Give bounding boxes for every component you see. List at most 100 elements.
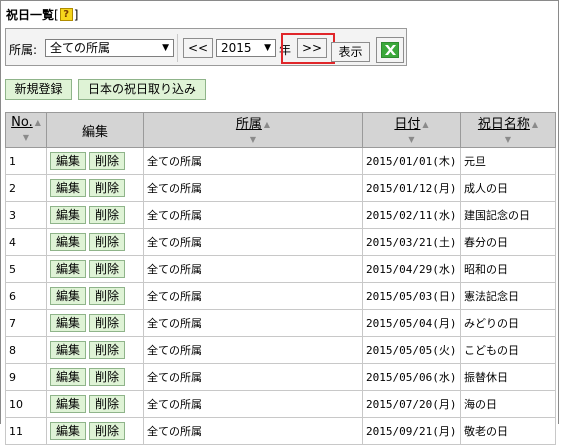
- edit-button[interactable]: 編集: [50, 422, 87, 440]
- cell-date: 2015/09/21(月): [362, 417, 461, 445]
- col-header-date[interactable]: 日付 ▲ ▼: [362, 112, 461, 148]
- cell-date: 2015/01/01(木): [362, 147, 461, 175]
- table-row: 3 編集 削除 全ての所属 2015/02/11(水) 建国記念の日: [5, 201, 556, 229]
- year-label: 年: [279, 43, 292, 57]
- cell-affiliation: 全ての所属: [143, 363, 363, 391]
- import-holidays-button[interactable]: 日本の祝日取り込み: [78, 79, 206, 100]
- edit-button[interactable]: 編集: [50, 206, 87, 224]
- year-select-value: 2015: [221, 41, 252, 55]
- delete-button[interactable]: 削除: [89, 260, 126, 278]
- cell-holiday-name: 元旦: [460, 147, 556, 175]
- delete-button[interactable]: 削除: [89, 152, 126, 170]
- help-bracket-close: ]: [73, 7, 79, 22]
- cell-actions: 編集 削除: [46, 417, 144, 445]
- cell-affiliation: 全ての所属: [143, 390, 363, 418]
- table-row: 5 編集 削除 全ての所属 2015/04/29(水) 昭和の日: [5, 255, 556, 283]
- year-select[interactable]: 2015 ▼: [216, 39, 276, 57]
- filter-divider: [177, 34, 178, 62]
- delete-button[interactable]: 削除: [89, 233, 126, 251]
- cell-date: 2015/04/29(水): [362, 255, 461, 283]
- cell-holiday-name: みどりの日: [460, 309, 556, 337]
- cell-date: 2015/05/04(月): [362, 309, 461, 337]
- show-button[interactable]: 表示: [331, 42, 370, 62]
- edit-button[interactable]: 編集: [50, 368, 87, 386]
- cell-no: 7: [5, 309, 47, 337]
- next-year-button[interactable]: >>: [297, 38, 327, 58]
- col-header-edit: 編集: [46, 112, 144, 148]
- cell-actions: 編集 削除: [46, 309, 144, 337]
- cell-actions: 編集 削除: [46, 255, 144, 283]
- table-row: 1 編集 削除 全ての所属 2015/01/01(木) 元旦: [5, 147, 556, 175]
- cell-actions: 編集 削除: [46, 363, 144, 391]
- cell-holiday-name: 建国記念の日: [460, 201, 556, 229]
- delete-button[interactable]: 削除: [89, 206, 126, 224]
- cell-no: 1: [5, 147, 47, 175]
- cell-holiday-name: 昭和の日: [460, 255, 556, 283]
- page-title-text: 祝日一覧: [6, 8, 55, 22]
- cell-actions: 編集 削除: [46, 336, 144, 364]
- cell-no: 10: [5, 390, 47, 418]
- delete-button[interactable]: 削除: [89, 395, 126, 413]
- edit-button[interactable]: 編集: [50, 152, 87, 170]
- excel-export-icon: [381, 42, 399, 58]
- cell-affiliation: 全ての所属: [143, 174, 363, 202]
- cell-affiliation: 全ての所属: [143, 309, 363, 337]
- question-icon[interactable]: ?: [59, 8, 73, 21]
- edit-button[interactable]: 編集: [50, 179, 87, 197]
- cell-actions: 編集 削除: [46, 174, 144, 202]
- table-row: 4 編集 削除 全ての所属 2015/03/21(土) 春分の日: [5, 228, 556, 256]
- cell-holiday-name: 憲法記念日: [460, 282, 556, 310]
- edit-button[interactable]: 編集: [50, 260, 87, 278]
- edit-button[interactable]: 編集: [50, 314, 87, 332]
- cell-holiday-name: こどもの日: [460, 336, 556, 364]
- cell-affiliation: 全ての所属: [143, 201, 363, 229]
- delete-button[interactable]: 削除: [89, 287, 126, 305]
- page-title: 祝日一覧 [ ? ]: [6, 6, 78, 23]
- cell-no: 3: [5, 201, 47, 229]
- affiliation-select[interactable]: 全ての所属 ▼: [45, 39, 174, 57]
- new-register-button[interactable]: 新規登録: [5, 79, 72, 100]
- prev-year-button[interactable]: <<: [183, 38, 213, 58]
- cell-date: 2015/05/06(水): [362, 363, 461, 391]
- excel-export-button[interactable]: [376, 37, 404, 63]
- affiliation-label: 所属:: [9, 43, 38, 57]
- cell-date: 2015/02/11(水): [362, 201, 461, 229]
- col-header-no[interactable]: No. ▲ ▼: [5, 112, 47, 148]
- edit-button[interactable]: 編集: [50, 233, 87, 251]
- cell-holiday-name: 春分の日: [460, 228, 556, 256]
- help-bracket-open: [: [54, 7, 59, 22]
- holiday-table: No. ▲ ▼ 編集 所属 ▲ ▼ 日付 ▲ ▼ 祝日名称 ▲ ▼ 1 編集 削除 全ての所属 2015…: [5, 112, 556, 445]
- dropdown-arrow-icon: ▼: [162, 43, 169, 53]
- delete-button[interactable]: 削除: [89, 179, 126, 197]
- cell-no: 11: [5, 417, 47, 445]
- cell-no: 5: [5, 255, 47, 283]
- table-row: 7 編集 削除 全ての所属 2015/05/04(月) みどりの日: [5, 309, 556, 337]
- cell-holiday-name: 敬老の日: [460, 417, 556, 445]
- col-header-holiday-name[interactable]: 祝日名称 ▲ ▼: [460, 112, 556, 148]
- cell-date: 2015/03/21(土): [362, 228, 461, 256]
- cell-affiliation: 全ての所属: [143, 417, 363, 445]
- delete-button[interactable]: 削除: [89, 341, 126, 359]
- edit-button[interactable]: 編集: [50, 341, 87, 359]
- col-header-affiliation[interactable]: 所属 ▲ ▼: [143, 112, 363, 148]
- delete-button[interactable]: 削除: [89, 314, 126, 332]
- affiliation-select-value: 全ての所属: [50, 41, 111, 55]
- edit-button[interactable]: 編集: [50, 287, 87, 305]
- table-header-row: No. ▲ ▼ 編集 所属 ▲ ▼ 日付 ▲ ▼ 祝日名称 ▲ ▼: [5, 112, 556, 148]
- cell-affiliation: 全ての所属: [143, 282, 363, 310]
- table-row: 6 編集 削除 全ての所属 2015/05/03(日) 憲法記念日: [5, 282, 556, 310]
- cell-actions: 編集 削除: [46, 390, 144, 418]
- cell-actions: 編集 削除: [46, 147, 144, 175]
- cell-no: 4: [5, 228, 47, 256]
- delete-button[interactable]: 削除: [89, 368, 126, 386]
- delete-button[interactable]: 削除: [89, 422, 126, 440]
- table-row: 10 編集 削除 全ての所属 2015/07/20(月) 海の日: [5, 390, 556, 418]
- cell-date: 2015/01/12(月): [362, 174, 461, 202]
- cell-holiday-name: 海の日: [460, 390, 556, 418]
- table-row: 8 編集 削除 全ての所属 2015/05/05(火) こどもの日: [5, 336, 556, 364]
- cell-affiliation: 全ての所属: [143, 147, 363, 175]
- cell-no: 6: [5, 282, 47, 310]
- table-row: 11 編集 削除 全ての所属 2015/09/21(月) 敬老の日: [5, 417, 556, 445]
- cell-holiday-name: 成人の日: [460, 174, 556, 202]
- edit-button[interactable]: 編集: [50, 395, 87, 413]
